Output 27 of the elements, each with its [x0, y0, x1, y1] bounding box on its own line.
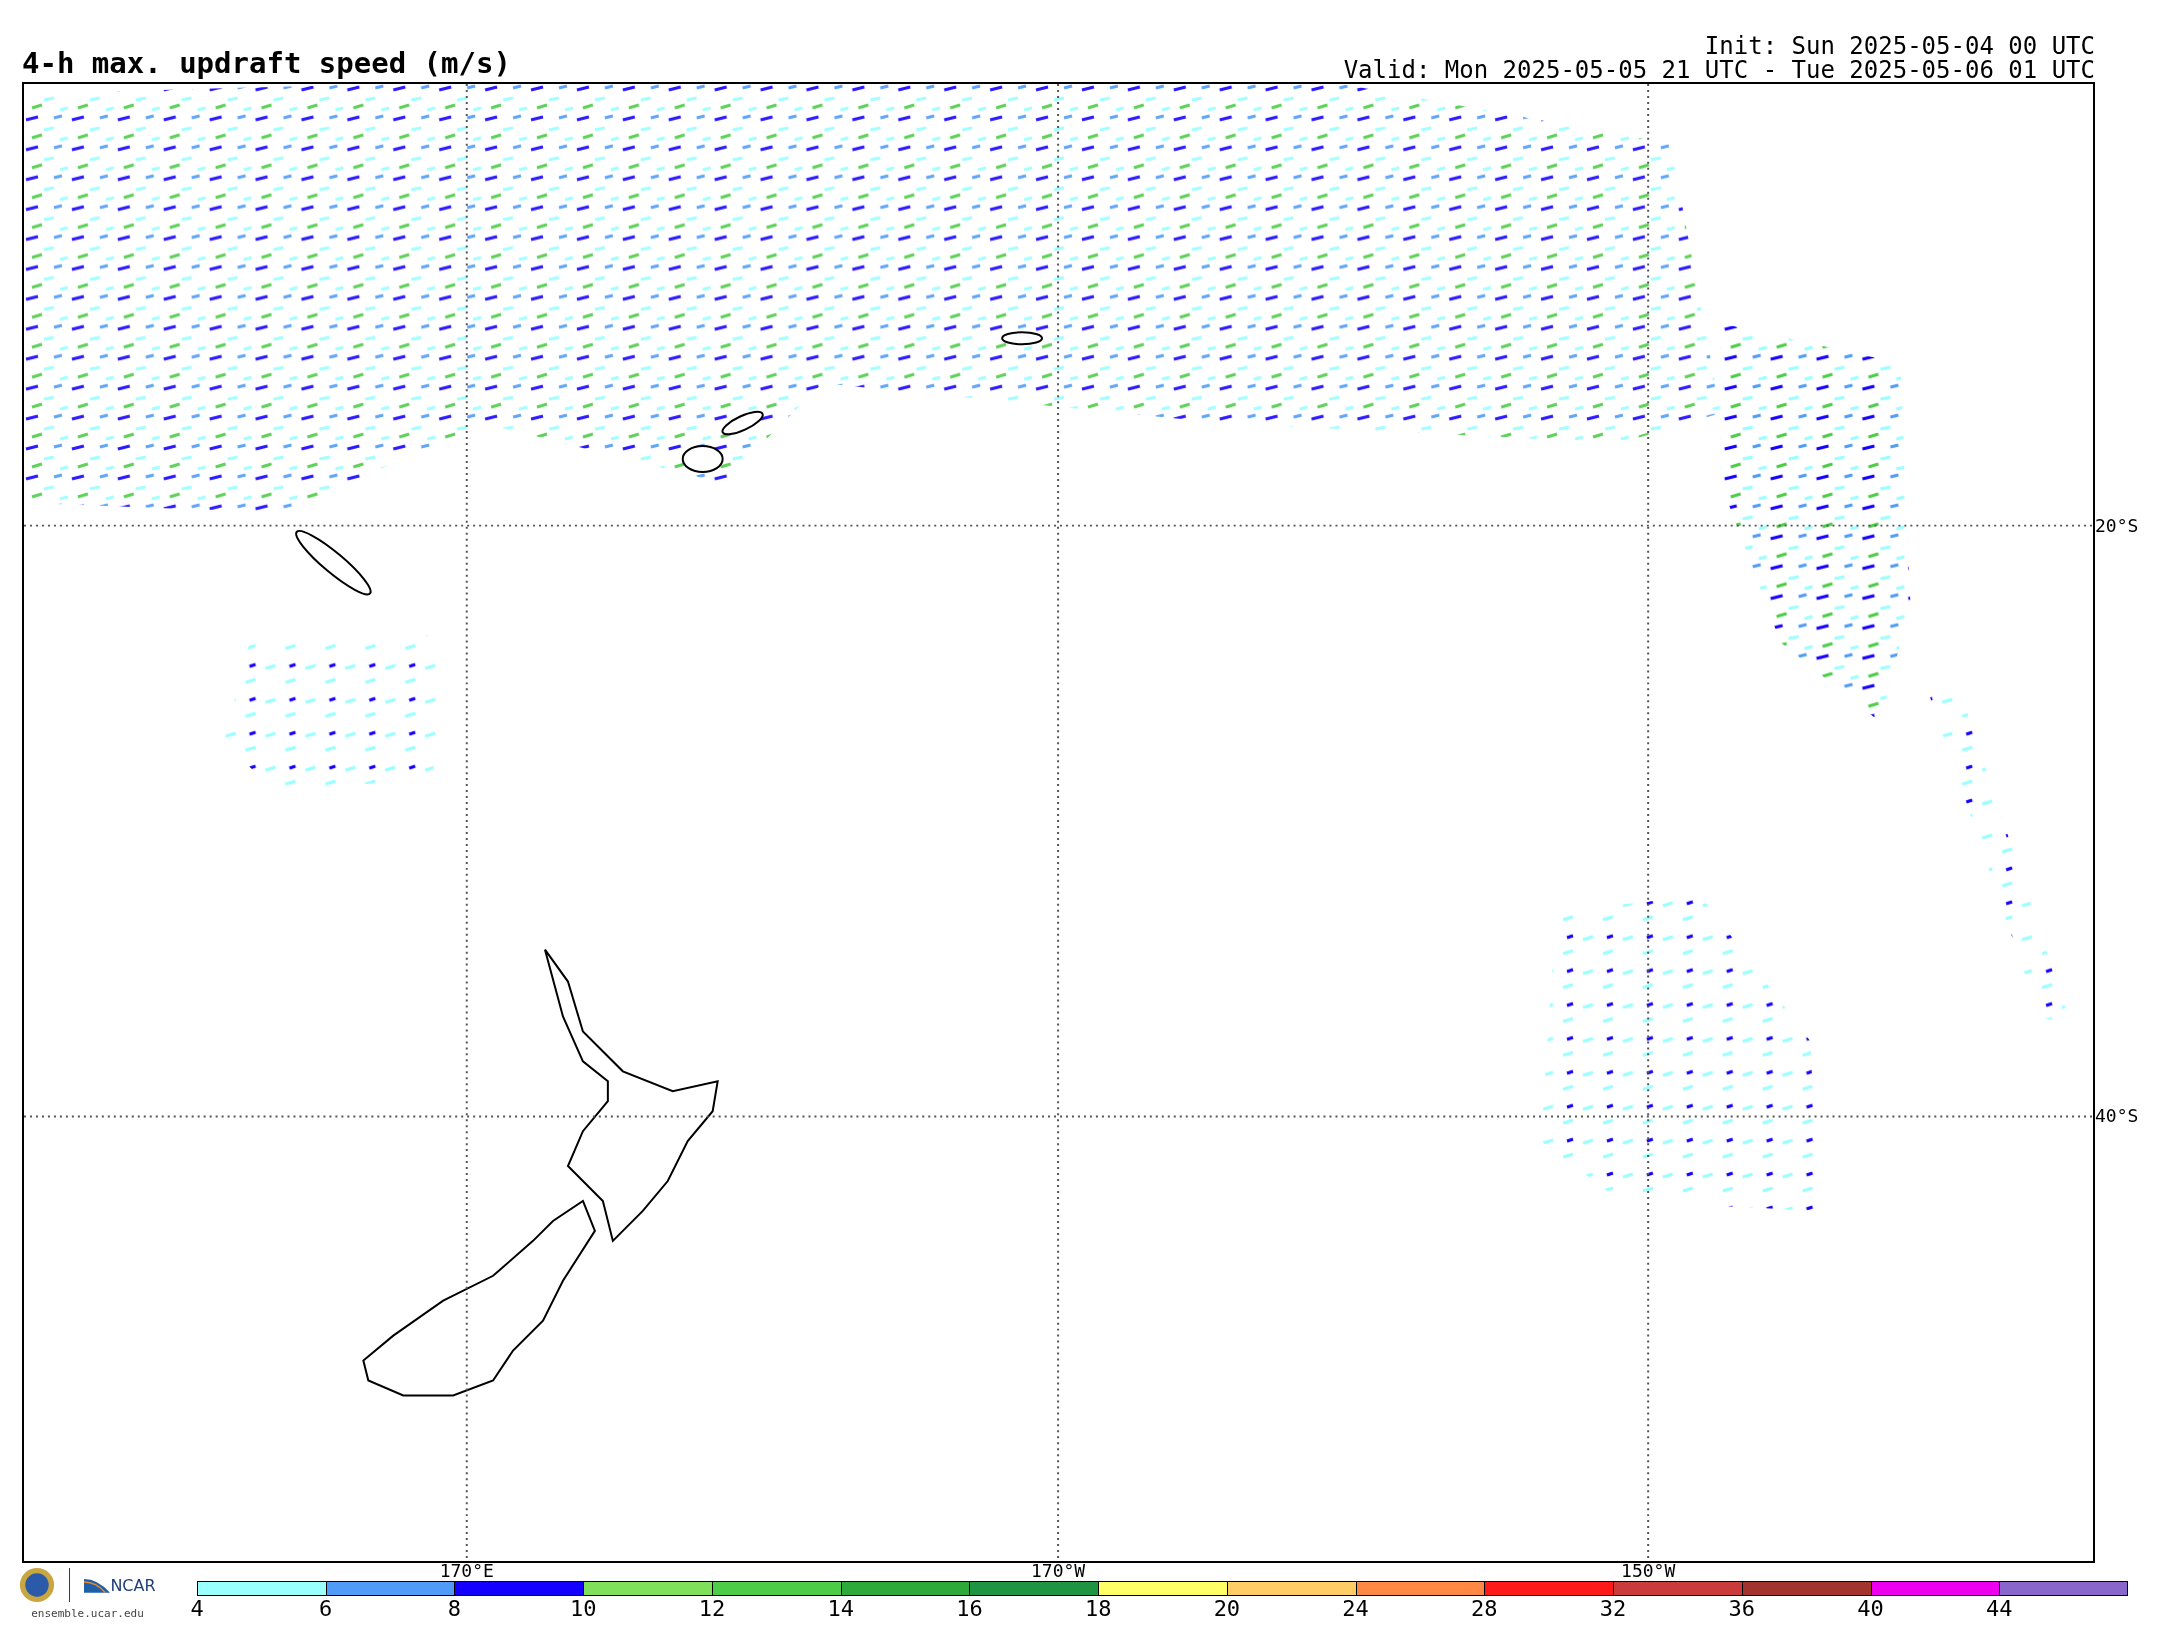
swoosh-icon	[84, 1577, 111, 1593]
latitude-label: 40°S	[2094, 1106, 2139, 1127]
logo-text: NCAR	[110, 1575, 156, 1595]
scale-label: 18	[1084, 1597, 1112, 1621]
scale-label: 16	[956, 1597, 983, 1621]
scale-label: 36	[1728, 1597, 1756, 1621]
scale-label: 20	[1213, 1597, 1241, 1621]
scale-label: 14	[827, 1597, 854, 1621]
scale-label: 32	[1599, 1597, 1627, 1621]
scale-label: 10	[569, 1597, 597, 1621]
scale-label: 28	[1471, 1597, 1498, 1621]
scale-label: 44	[1986, 1597, 2013, 1621]
valid-time: Valid: Mon 2025-05-05 21 UTC - Tue 2025-05-06 01 UTC	[1343, 58, 2095, 82]
longitude-label: 150°W	[1621, 1561, 1676, 1581]
scale-label: 40	[1857, 1597, 1884, 1621]
scale-label: 24	[1342, 1597, 1369, 1621]
chart-title: 4-h max. updraft speed (m/s)	[22, 46, 511, 80]
latitude-label: 20°S	[2094, 515, 2139, 536]
scale-label: 8	[447, 1597, 462, 1621]
website-url: ensemble.ucar.edu	[31, 1607, 144, 1620]
scale-label: 6	[319, 1597, 333, 1621]
scale-label: 4	[190, 1597, 204, 1621]
scale-label: 12	[698, 1597, 726, 1621]
init-time: Init: Sun 2025-05-04 00 UTC	[1704, 34, 2095, 58]
seal-icon	[19, 1567, 56, 1603]
longitude-label: 170°W	[1031, 1561, 1086, 1581]
longitude-label: 170°E	[439, 1561, 494, 1581]
